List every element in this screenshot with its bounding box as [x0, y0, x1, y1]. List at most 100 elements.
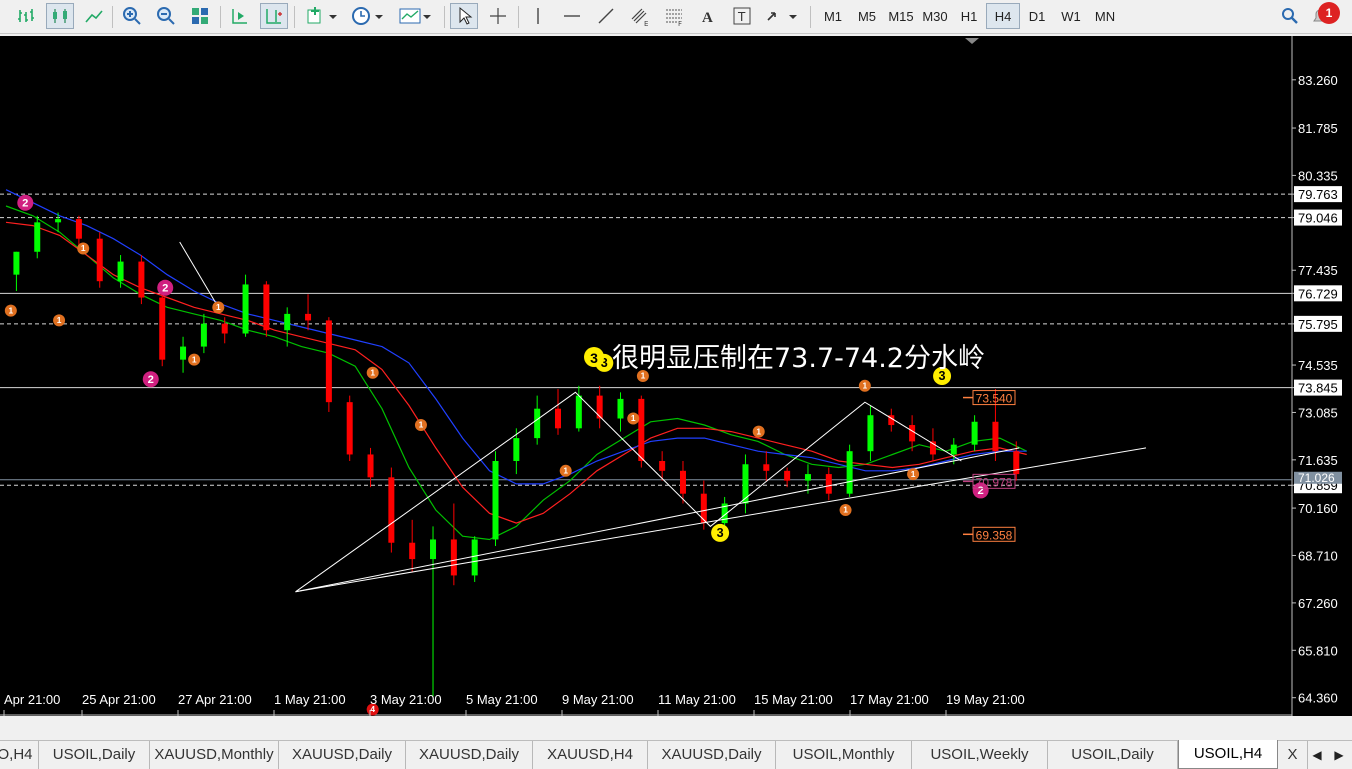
timeframe-h4[interactable]: H4 — [986, 3, 1020, 29]
candle-body — [971, 421, 978, 445]
timeframe-d1[interactable]: D1 — [1020, 3, 1054, 29]
tab-prev-button[interactable]: ◀ — [1306, 743, 1328, 767]
text-icon[interactable]: A — [694, 3, 722, 29]
time-axis-label: 25 Apr 21:00 — [82, 692, 156, 707]
price-axis-label: 73.845 — [1298, 381, 1338, 396]
price-axis-label: 80.335 — [1298, 168, 1338, 183]
indicators-icon[interactable] — [302, 3, 340, 29]
zoom-out-icon[interactable] — [152, 3, 180, 29]
timeframe-mn[interactable]: MN — [1088, 3, 1122, 29]
candle-body — [242, 284, 249, 334]
zoom-in-icon[interactable] — [118, 3, 146, 29]
wave-marker: 1 — [4, 304, 17, 317]
tab-next-button[interactable]: ▶ — [1328, 743, 1350, 767]
candle-body — [992, 421, 999, 452]
chart-annotation: 很明显压制在73.7-74.2分水岭 — [612, 343, 985, 374]
candle-body — [909, 425, 916, 442]
candle-body — [430, 539, 437, 560]
time-axis-label: 1 May 21:00 — [274, 692, 346, 707]
text-label-icon[interactable]: T — [728, 3, 756, 29]
candle-body — [846, 451, 853, 494]
chart-tab[interactable]: XAUUSD,Daily — [648, 741, 776, 769]
candle-body — [117, 261, 124, 282]
templates-icon[interactable] — [396, 3, 434, 29]
tile-windows-icon[interactable] — [186, 3, 214, 29]
wave-marker-label: 1 — [419, 420, 424, 430]
timeframe-m5[interactable]: M5 — [850, 3, 884, 29]
wave-marker-label: 1 — [370, 367, 375, 377]
price-axis-label: 74.535 — [1298, 358, 1338, 373]
candle-body — [950, 444, 957, 455]
chart-tab[interactable]: XAUUSD,H4 — [533, 741, 648, 769]
chart-tab[interactable]: USOIL,H4 — [1178, 740, 1278, 769]
wave-marker-label: 3 — [717, 526, 724, 540]
line-chart-icon[interactable] — [80, 3, 108, 29]
time-axis-label: 3 May 21:00 — [370, 692, 442, 707]
chart-tab[interactable]: O,H4 — [0, 741, 39, 769]
svg-text:T: T — [737, 10, 746, 24]
timeframe-m15[interactable]: M15 — [884, 3, 918, 29]
wave-marker-label: 2 — [162, 282, 168, 294]
candle-body — [180, 346, 187, 360]
chart-tab[interactable]: X — [1278, 741, 1308, 769]
candle-body — [679, 470, 686, 494]
price-axis-label: 67.260 — [1298, 596, 1338, 611]
candle-body — [200, 323, 207, 347]
search-icon[interactable] — [1276, 3, 1304, 29]
vertical-line-icon[interactable] — [524, 3, 552, 29]
timeframe-m1[interactable]: M1 — [816, 3, 850, 29]
candle-body — [784, 470, 791, 481]
timeframe-m30[interactable]: M30 — [918, 3, 952, 29]
horizontal-line-icon[interactable] — [558, 3, 586, 29]
chart-tab[interactable]: USOIL,Weekly — [912, 741, 1048, 769]
price-label: 69.358 — [976, 528, 1013, 542]
price-axis-label: 81.785 — [1298, 121, 1338, 136]
chart-shift-icon[interactable] — [260, 3, 288, 29]
candle-body — [159, 297, 166, 360]
time-axis-label: 27 Apr 21:00 — [178, 692, 252, 707]
candle-body — [471, 539, 478, 576]
candle-body — [13, 251, 20, 275]
timeframe-h1[interactable]: H1 — [952, 3, 986, 29]
chart-tab[interactable]: XAUUSD,Daily — [279, 741, 406, 769]
candle-body — [346, 402, 353, 455]
chart-tab[interactable]: USOIL,Monthly — [776, 741, 912, 769]
wave-marker: 1 — [858, 379, 871, 392]
wave-line — [295, 391, 962, 593]
crosshair-icon[interactable] — [484, 3, 512, 29]
bar-chart-icon[interactable] — [12, 3, 40, 29]
cursor-icon[interactable] — [450, 3, 478, 29]
candle-body — [138, 261, 145, 298]
price-axis-label: 79.046 — [1298, 211, 1338, 226]
candle-body — [659, 461, 666, 471]
candle-body — [409, 542, 416, 560]
auto-scroll-icon[interactable] — [226, 3, 254, 29]
price-axis-label: 83.260 — [1298, 73, 1338, 88]
chart-tab[interactable]: XAUUSD,Daily — [406, 741, 533, 769]
wave-marker-label: 1 — [863, 381, 868, 391]
trendline-icon[interactable] — [592, 3, 620, 29]
candle-body — [221, 323, 228, 334]
chart-tab[interactable]: XAUUSD,Monthly — [150, 741, 279, 769]
wave-marker: 1 — [907, 468, 920, 481]
price-axis-label: 64.360 — [1298, 691, 1338, 706]
price-chart[interactable]: 1 1 1 2 2 2 1 1 1 1 1 1 1 3 1 3 1 1 1 3 2 4 3 很明显压制在73.7-74.2分水… — [0, 36, 1352, 716]
timeframe-w1[interactable]: W1 — [1054, 3, 1088, 29]
price-axis-label: 71.635 — [1298, 453, 1338, 468]
candle-body — [305, 313, 312, 321]
arrows-icon[interactable] — [762, 3, 800, 29]
periods-icon[interactable] — [348, 3, 386, 29]
fibonacci-icon[interactable]: F — [660, 3, 688, 29]
candlestick-icon[interactable] — [46, 3, 74, 29]
chart-tab[interactable]: USOIL,Daily — [39, 741, 150, 769]
candle-body — [596, 395, 603, 419]
wave-marker: 2 — [17, 194, 34, 211]
annotation-group: 3 很明显压制在73.7-74.2分水岭 — [584, 343, 985, 374]
wave-marker: 2 — [157, 279, 174, 296]
wave-marker-label: 1 — [81, 243, 86, 253]
chart-tab[interactable]: USOIL,Daily — [1048, 741, 1178, 769]
candle-body — [367, 454, 374, 478]
equidistant-channel-icon[interactable]: E — [626, 3, 654, 29]
candle-body — [555, 408, 562, 429]
svg-text:F: F — [678, 20, 682, 26]
